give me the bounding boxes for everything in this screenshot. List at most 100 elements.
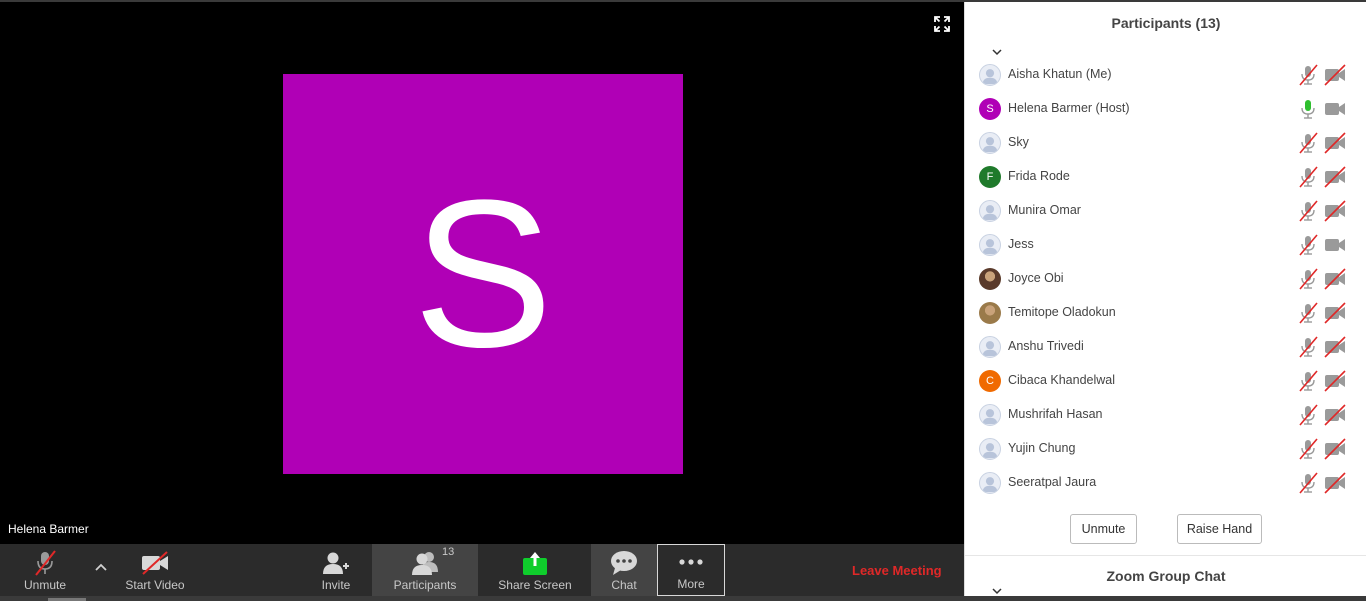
- participant-avatar: F: [979, 166, 1001, 188]
- participant-avatar: [979, 472, 1001, 494]
- raise-hand-button[interactable]: Raise Hand: [1177, 514, 1262, 544]
- participant-name: Jess: [1008, 237, 1034, 251]
- participants-panel-title: Participants (13): [1111, 15, 1221, 31]
- participant-name: Mushrifah Hasan: [1008, 407, 1103, 421]
- more-dots-icon: [679, 559, 703, 565]
- share-screen-button[interactable]: Share Screen: [494, 544, 576, 596]
- group-chat-title: Zoom Group Chat: [1106, 568, 1226, 584]
- participant-row[interactable]: Munira Omar: [965, 194, 1366, 228]
- participant-row[interactable]: Yujin Chung: [965, 432, 1366, 466]
- speaker-avatar-tile: S: [283, 74, 683, 474]
- video-off-icon: [1323, 438, 1347, 460]
- panel-unmute-button[interactable]: Unmute: [1070, 514, 1137, 544]
- participant-avatar: S: [979, 98, 1001, 120]
- video-on-icon: [1323, 234, 1347, 256]
- mic-muted-icon: [1297, 200, 1319, 222]
- meeting-toolbar: Unmute Start Video Invite Participants 1…: [0, 544, 964, 596]
- main-video-area: S Helena Barmer: [0, 2, 964, 544]
- speaker-avatar-letter: S: [412, 156, 554, 391]
- participant-name: Frida Rode: [1008, 169, 1070, 183]
- mic-muted-icon: [1297, 132, 1319, 154]
- video-off-icon: [1323, 268, 1347, 290]
- mic-muted-icon: [1297, 64, 1319, 86]
- mic-muted-icon: [1297, 268, 1319, 290]
- participant-name: Cibaca Khandelwal: [1008, 373, 1116, 387]
- muted-mic-icon: [35, 550, 56, 576]
- mic-muted-icon: [1297, 370, 1319, 392]
- participant-row[interactable]: F Frida Rode: [965, 160, 1366, 194]
- add-person-icon: [323, 552, 349, 574]
- chat-label: Chat: [611, 578, 637, 592]
- participant-row[interactable]: C Cibaca Khandelwal: [965, 364, 1366, 398]
- participant-avatar: [979, 438, 1001, 460]
- video-off-icon: [1323, 404, 1347, 426]
- participants-list: Aisha Khatun (Me) S Helena Barmer (Host) Sk…: [965, 58, 1366, 500]
- invite-button[interactable]: Invite: [310, 544, 362, 596]
- invite-label: Invite: [321, 578, 351, 592]
- participant-name: Sky: [1008, 135, 1029, 149]
- mic-muted-icon: [1297, 404, 1319, 426]
- video-on-icon: [1323, 98, 1347, 120]
- fullscreen-icon[interactable]: [934, 16, 950, 32]
- participant-row[interactable]: Sky: [965, 126, 1366, 160]
- participant-avatar: C: [979, 370, 1001, 392]
- participant-avatar: [979, 336, 1001, 358]
- participant-name: Helena Barmer (Host): [1008, 101, 1130, 115]
- video-off-icon: [1323, 200, 1347, 222]
- collapse-chat-chevron-down-icon[interactable]: [992, 582, 1002, 595]
- participant-row[interactable]: Aisha Khatun (Me): [965, 58, 1366, 92]
- participants-label: Participants: [393, 578, 457, 592]
- participant-avatar: [979, 404, 1001, 426]
- video-off-icon: [142, 551, 168, 575]
- participant-row[interactable]: Seeratpal Jaura: [965, 466, 1366, 500]
- participant-name: Yujin Chung: [1008, 441, 1076, 455]
- video-off-icon: [1323, 472, 1347, 494]
- share-screen-label: Share Screen: [498, 578, 572, 592]
- participant-name: Seeratpal Jaura: [1008, 475, 1097, 489]
- participant-avatar: [979, 200, 1001, 222]
- chat-button[interactable]: Chat: [591, 544, 657, 596]
- mic-muted-icon: [1297, 438, 1319, 460]
- participant-name: Anshu Trivedi: [1008, 339, 1084, 353]
- chat-bubble-icon: [611, 551, 637, 575]
- participant-avatar: [979, 64, 1001, 86]
- share-screen-icon: [523, 552, 547, 575]
- more-label: More: [677, 577, 705, 591]
- participant-avatar: [979, 268, 1001, 290]
- video-off-icon: [1323, 132, 1347, 154]
- participant-row[interactable]: Temitope Oladokun: [965, 296, 1366, 330]
- participant-row[interactable]: Anshu Trivedi: [965, 330, 1366, 364]
- participant-avatar: [979, 234, 1001, 256]
- participant-row[interactable]: Mushrifah Hasan: [965, 398, 1366, 432]
- participant-name: Munira Omar: [1008, 203, 1081, 217]
- participants-panel: Participants (13) Aisha Khatun (Me) S Hele…: [964, 2, 1366, 596]
- unmute-label: Unmute: [23, 578, 67, 592]
- participants-icon: [412, 552, 438, 575]
- leave-meeting-button[interactable]: Leave Meeting: [852, 563, 942, 578]
- video-off-icon: [1323, 336, 1347, 358]
- mic-muted-icon: [1297, 166, 1319, 188]
- video-off-icon: [1323, 370, 1347, 392]
- collapse-participants-chevron-down-icon[interactable]: [992, 43, 1002, 56]
- mic-muted-icon: [1297, 234, 1319, 256]
- participant-row[interactable]: Jess: [965, 228, 1366, 262]
- video-off-icon: [1323, 302, 1347, 324]
- zoom-meeting-window: S Helena Barmer Unmute Start Video Invit…: [0, 0, 1366, 601]
- participants-count-badge: 13: [442, 546, 455, 558]
- more-button[interactable]: More: [657, 544, 725, 596]
- mic-muted-icon: [1297, 336, 1319, 358]
- audio-options-chevron-up-icon[interactable]: [93, 559, 109, 575]
- mic-muted-icon: [1297, 472, 1319, 494]
- start-video-button[interactable]: Start Video: [118, 544, 192, 596]
- participant-row[interactable]: S Helena Barmer (Host): [965, 92, 1366, 126]
- video-off-icon: [1323, 64, 1347, 86]
- participant-name: Aisha Khatun (Me): [1008, 67, 1112, 81]
- start-video-label: Start Video: [125, 578, 185, 592]
- participants-button[interactable]: Participants: [372, 544, 478, 596]
- participant-name: Joyce Obi: [1008, 271, 1064, 285]
- unmute-button[interactable]: Unmute: [14, 544, 76, 596]
- participant-row[interactable]: Joyce Obi: [965, 262, 1366, 296]
- participant-name: Temitope Oladokun: [1008, 305, 1116, 319]
- mic-muted-icon: [1297, 302, 1319, 324]
- video-off-icon: [1323, 166, 1347, 188]
